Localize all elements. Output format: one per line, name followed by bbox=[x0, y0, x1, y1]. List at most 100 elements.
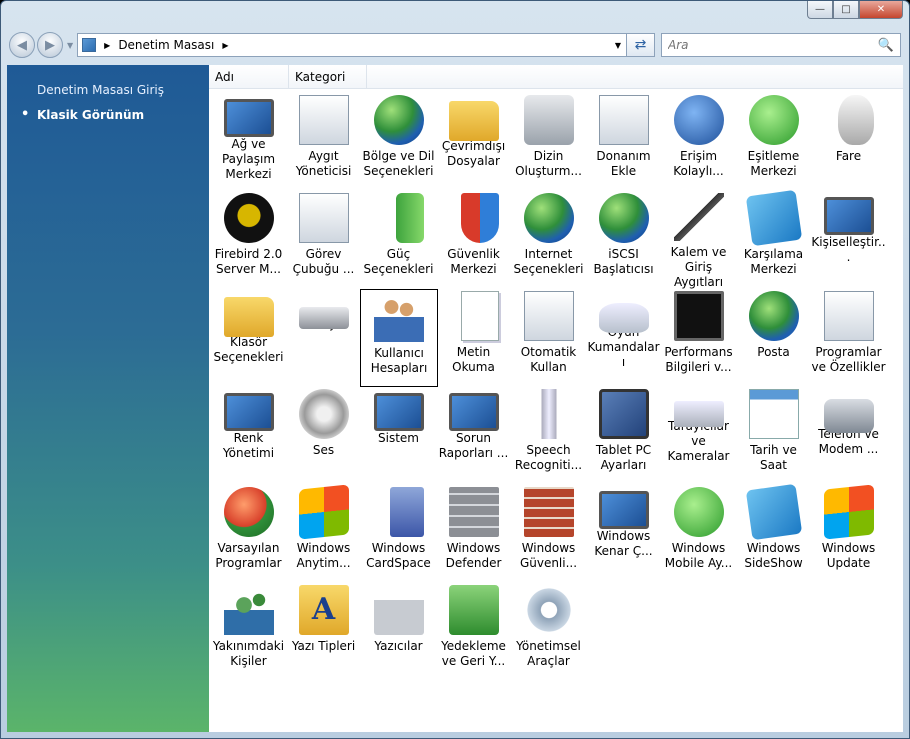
item-label: Tarih ve Saat bbox=[750, 443, 797, 472]
control-panel-item[interactable]: Kişiselleştir... bbox=[811, 191, 886, 289]
item-label: iSCSI Başlatıcısı bbox=[593, 247, 654, 276]
maximize-icon[interactable]: □ bbox=[833, 1, 859, 19]
recent-pages-dropdown-icon[interactable]: ▼ bbox=[67, 41, 73, 50]
control-panel-item[interactable]: Klavye bbox=[286, 289, 361, 387]
search-icon[interactable]: 🔍 bbox=[878, 38, 894, 53]
item-label: Windows Kenar Ç... bbox=[594, 529, 653, 558]
control-panel-item[interactable]: Tarih ve Saat bbox=[736, 387, 811, 485]
default-programs-icon bbox=[223, 487, 274, 537]
breadcrumb-control-panel[interactable]: Denetim Masası bbox=[118, 38, 214, 52]
breadcrumb-arrow-icon[interactable]: ▶ bbox=[104, 41, 110, 50]
control-panel-item[interactable]: Otomatik Kullan bbox=[511, 289, 586, 387]
address-dropdown-icon[interactable]: ▼ bbox=[610, 41, 626, 50]
iscsi-globe-icon bbox=[598, 193, 649, 243]
item-label: Tablet PC Ayarları bbox=[595, 443, 652, 472]
item-label: Bölge ve Dil Seçenekleri bbox=[362, 149, 435, 178]
column-name-header[interactable]: Adı bbox=[209, 65, 289, 88]
control-panel-item[interactable]: Eşitleme Merkezi bbox=[736, 93, 811, 191]
control-panel-item[interactable]: Erişim Kolaylı... bbox=[661, 93, 736, 191]
control-panel-item[interactable]: Performans Bilgileri v... bbox=[661, 289, 736, 387]
control-panel-item[interactable]: Karşılama Merkezi bbox=[736, 189, 811, 289]
control-panel-item[interactable]: Çevrimdışı Dosyalar bbox=[436, 93, 511, 191]
control-panel-item[interactable]: Varsayılan Programlar bbox=[211, 485, 286, 583]
accessibility-icon bbox=[673, 95, 724, 145]
control-panel-item[interactable]: Tablet PC Ayarları bbox=[586, 387, 661, 485]
control-panel-item[interactable]: Yönetimsel Araçlar bbox=[511, 583, 586, 681]
control-panel-item[interactable]: Aygıt Yöneticisi bbox=[286, 93, 361, 191]
mail-icon bbox=[748, 291, 799, 341]
search-box[interactable]: 🔍 bbox=[661, 33, 901, 57]
sidebar-item-classic-view[interactable]: Klasik Görünüm bbox=[7, 106, 209, 124]
network-icon bbox=[223, 99, 274, 137]
control-panel-item[interactable]: Windows Update bbox=[811, 484, 886, 583]
control-panel-item[interactable]: iSCSI Başlatıcısı bbox=[586, 191, 661, 289]
search-input[interactable] bbox=[668, 38, 878, 52]
item-label: Karşılama Merkezi bbox=[743, 247, 804, 276]
item-label: Kişiselleştir... bbox=[811, 235, 886, 264]
minimize-icon[interactable]: — bbox=[807, 1, 833, 19]
sidebar-icon bbox=[598, 491, 649, 529]
control-panel-item[interactable]: Sorun Raporları ... bbox=[436, 387, 511, 485]
control-panel-item[interactable]: Tarayıcılar ve Kameralar bbox=[661, 387, 736, 485]
refresh-button[interactable]: ⇄ bbox=[627, 33, 655, 57]
control-panel-item[interactable]: A Yazı Tipleri bbox=[286, 583, 361, 681]
control-panel-item[interactable]: Speech Recogniti... bbox=[511, 387, 586, 485]
control-panel-item[interactable]: Bölge ve Dil Seçenekleri bbox=[361, 93, 436, 191]
control-panel-item[interactable]: Windows Mobile Ay... bbox=[661, 485, 736, 583]
item-label: Kullanıcı Hesapları bbox=[370, 346, 428, 375]
control-panel-item[interactable]: Oyun Kumandaları bbox=[586, 289, 661, 387]
close-icon[interactable]: ✕ bbox=[859, 1, 903, 19]
windows-update-icon bbox=[823, 484, 874, 540]
control-panel-item[interactable]: Yakınımdaki Kişiler bbox=[211, 583, 286, 681]
pen-icon bbox=[673, 193, 724, 242]
control-panel-item[interactable]: Windows Kenar Ç... bbox=[586, 485, 661, 583]
control-panel-item[interactable]: Internet Seçenekleri bbox=[511, 191, 586, 289]
column-category-header[interactable]: Kategori bbox=[289, 65, 367, 88]
task-pane: Denetim Masası Giriş Klasik Görünüm bbox=[7, 65, 209, 732]
control-panel-item[interactable]: Windows Güvenli... bbox=[511, 485, 586, 583]
control-panel-item[interactable]: Firebird 2.0 Server M... bbox=[211, 191, 286, 289]
control-panel-item[interactable]: Güç Seçenekleri bbox=[361, 191, 436, 289]
control-panel-item[interactable]: Programlar ve Özellikler bbox=[811, 289, 886, 387]
sidebar-item-home[interactable]: Denetim Masası Giriş bbox=[7, 81, 209, 99]
control-panel-item[interactable]: Metin Okuma bbox=[436, 289, 511, 387]
item-label: Yazıcılar bbox=[374, 639, 423, 653]
item-label: Sorun Raporları ... bbox=[438, 431, 509, 460]
control-panel-item[interactable]: Güvenlik Merkezi bbox=[436, 191, 511, 289]
defender-wall-icon bbox=[448, 487, 499, 537]
back-button[interactable]: ◀ bbox=[9, 32, 35, 58]
breadcrumb-arrow-icon[interactable]: ▶ bbox=[222, 41, 228, 50]
item-label: Windows SideShow bbox=[744, 541, 803, 570]
control-panel-item[interactable]: Kalem ve Giriş Aygıtları bbox=[661, 191, 736, 289]
control-panel-item[interactable]: Sistem bbox=[361, 387, 436, 485]
printer-icon bbox=[373, 585, 424, 635]
control-panel-item[interactable]: Kullanıcı Hesapları bbox=[360, 289, 438, 387]
control-panel-item[interactable]: Yazıcılar bbox=[361, 583, 436, 681]
caption-buttons: — □ ✕ bbox=[807, 1, 903, 19]
control-panel-item[interactable]: Telefon ve Modem ... bbox=[811, 387, 886, 485]
control-panel-items: Ağ ve Paylaşım Merkezi Aygıt Yöneticisi Bö… bbox=[211, 93, 886, 681]
forward-button[interactable]: ▶ bbox=[37, 32, 63, 58]
control-panel-item[interactable]: Windows Anytim... bbox=[286, 484, 361, 583]
autoplay-icon bbox=[523, 291, 574, 341]
control-panel-item[interactable]: Windows SideShow bbox=[736, 483, 811, 583]
control-panel-item[interactable]: Posta bbox=[736, 289, 811, 387]
device-manager-icon bbox=[298, 95, 349, 145]
control-panel-item[interactable]: Windows Defender bbox=[436, 485, 511, 583]
control-panel-item[interactable]: Renk Yönetimi bbox=[211, 387, 286, 485]
address-bar[interactable]: ▶ Denetim Masası ▶ ▼ bbox=[77, 33, 627, 57]
control-panel-item[interactable]: Ağ ve Paylaşım Merkezi bbox=[211, 93, 286, 191]
control-panel-item[interactable]: Klasör Seçenekleri bbox=[211, 289, 286, 387]
item-label: Windows Güvenli... bbox=[519, 541, 578, 570]
item-label: Klasör Seçenekleri bbox=[213, 335, 284, 364]
item-label: Windows Mobile Ay... bbox=[664, 541, 733, 570]
control-panel-item[interactable]: Görev Çubuğu ... bbox=[286, 191, 361, 289]
control-panel-item[interactable]: Donanım Ekle bbox=[586, 93, 661, 191]
control-panel-item[interactable]: Ses bbox=[286, 387, 361, 485]
item-label: Yedekleme ve Geri Y... bbox=[441, 639, 506, 668]
control-panel-item[interactable]: Windows CardSpace bbox=[361, 485, 436, 583]
control-panel-item[interactable]: Fare bbox=[811, 93, 886, 191]
control-panel-item[interactable]: Yedekleme ve Geri Y... bbox=[436, 583, 511, 681]
control-panel-item[interactable]: Dizin Oluşturm... bbox=[511, 93, 586, 191]
item-label: Erişim Kolaylı... bbox=[673, 149, 724, 178]
